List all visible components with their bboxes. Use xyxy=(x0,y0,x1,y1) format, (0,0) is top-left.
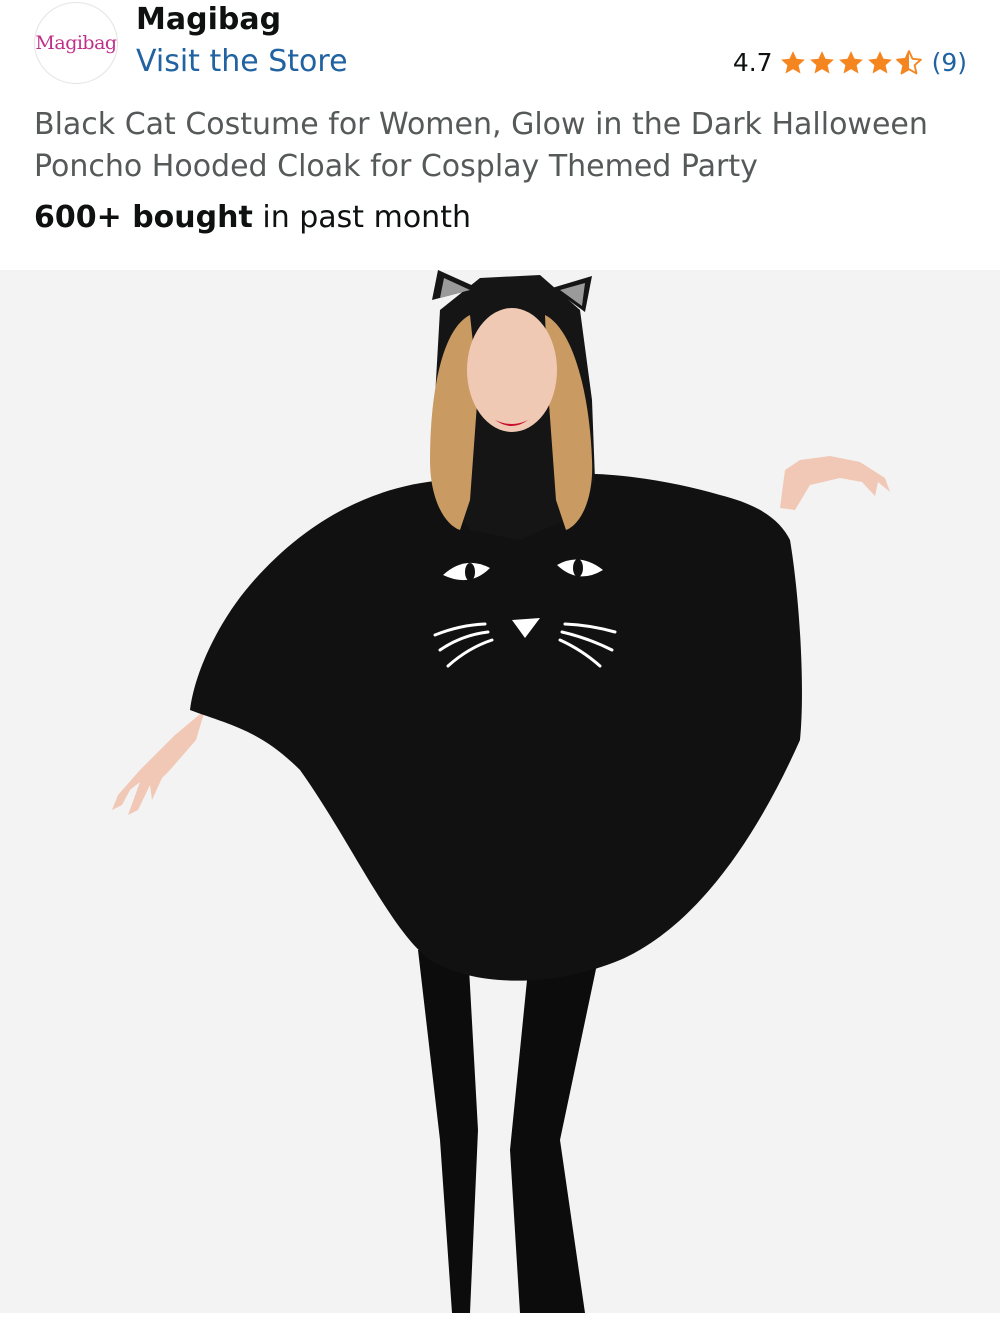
product-photo-illustration xyxy=(0,270,1000,1313)
rating-value: 4.7 xyxy=(732,48,773,77)
product-title: Black Cat Costume for Women, Glow in the… xyxy=(34,107,928,184)
store-header: Magibag Magibag Visit the Store 4.7 (9) … xyxy=(0,0,1000,270)
star-icon xyxy=(838,50,863,73)
store-logo[interactable]: Magibag xyxy=(34,2,118,84)
half-star-icon xyxy=(895,49,922,74)
store-name: Magibag xyxy=(136,2,282,37)
star-icon xyxy=(780,50,805,73)
star-rating xyxy=(779,49,924,77)
rating-count-link[interactable]: (9) xyxy=(932,48,967,77)
bought-in-past-month: 600+ bought in past month xyxy=(34,200,471,235)
rating-summary[interactable]: 4.7 (9) xyxy=(733,48,967,77)
store-logo-text: Magibag xyxy=(35,32,117,54)
star-icon xyxy=(809,50,834,73)
bought-period: in past month xyxy=(252,200,471,235)
bought-count: 600+ bought xyxy=(34,200,253,235)
product-image[interactable] xyxy=(0,270,1000,1313)
star-icon xyxy=(867,50,892,73)
visit-store-link[interactable]: Visit the Store xyxy=(136,44,348,79)
